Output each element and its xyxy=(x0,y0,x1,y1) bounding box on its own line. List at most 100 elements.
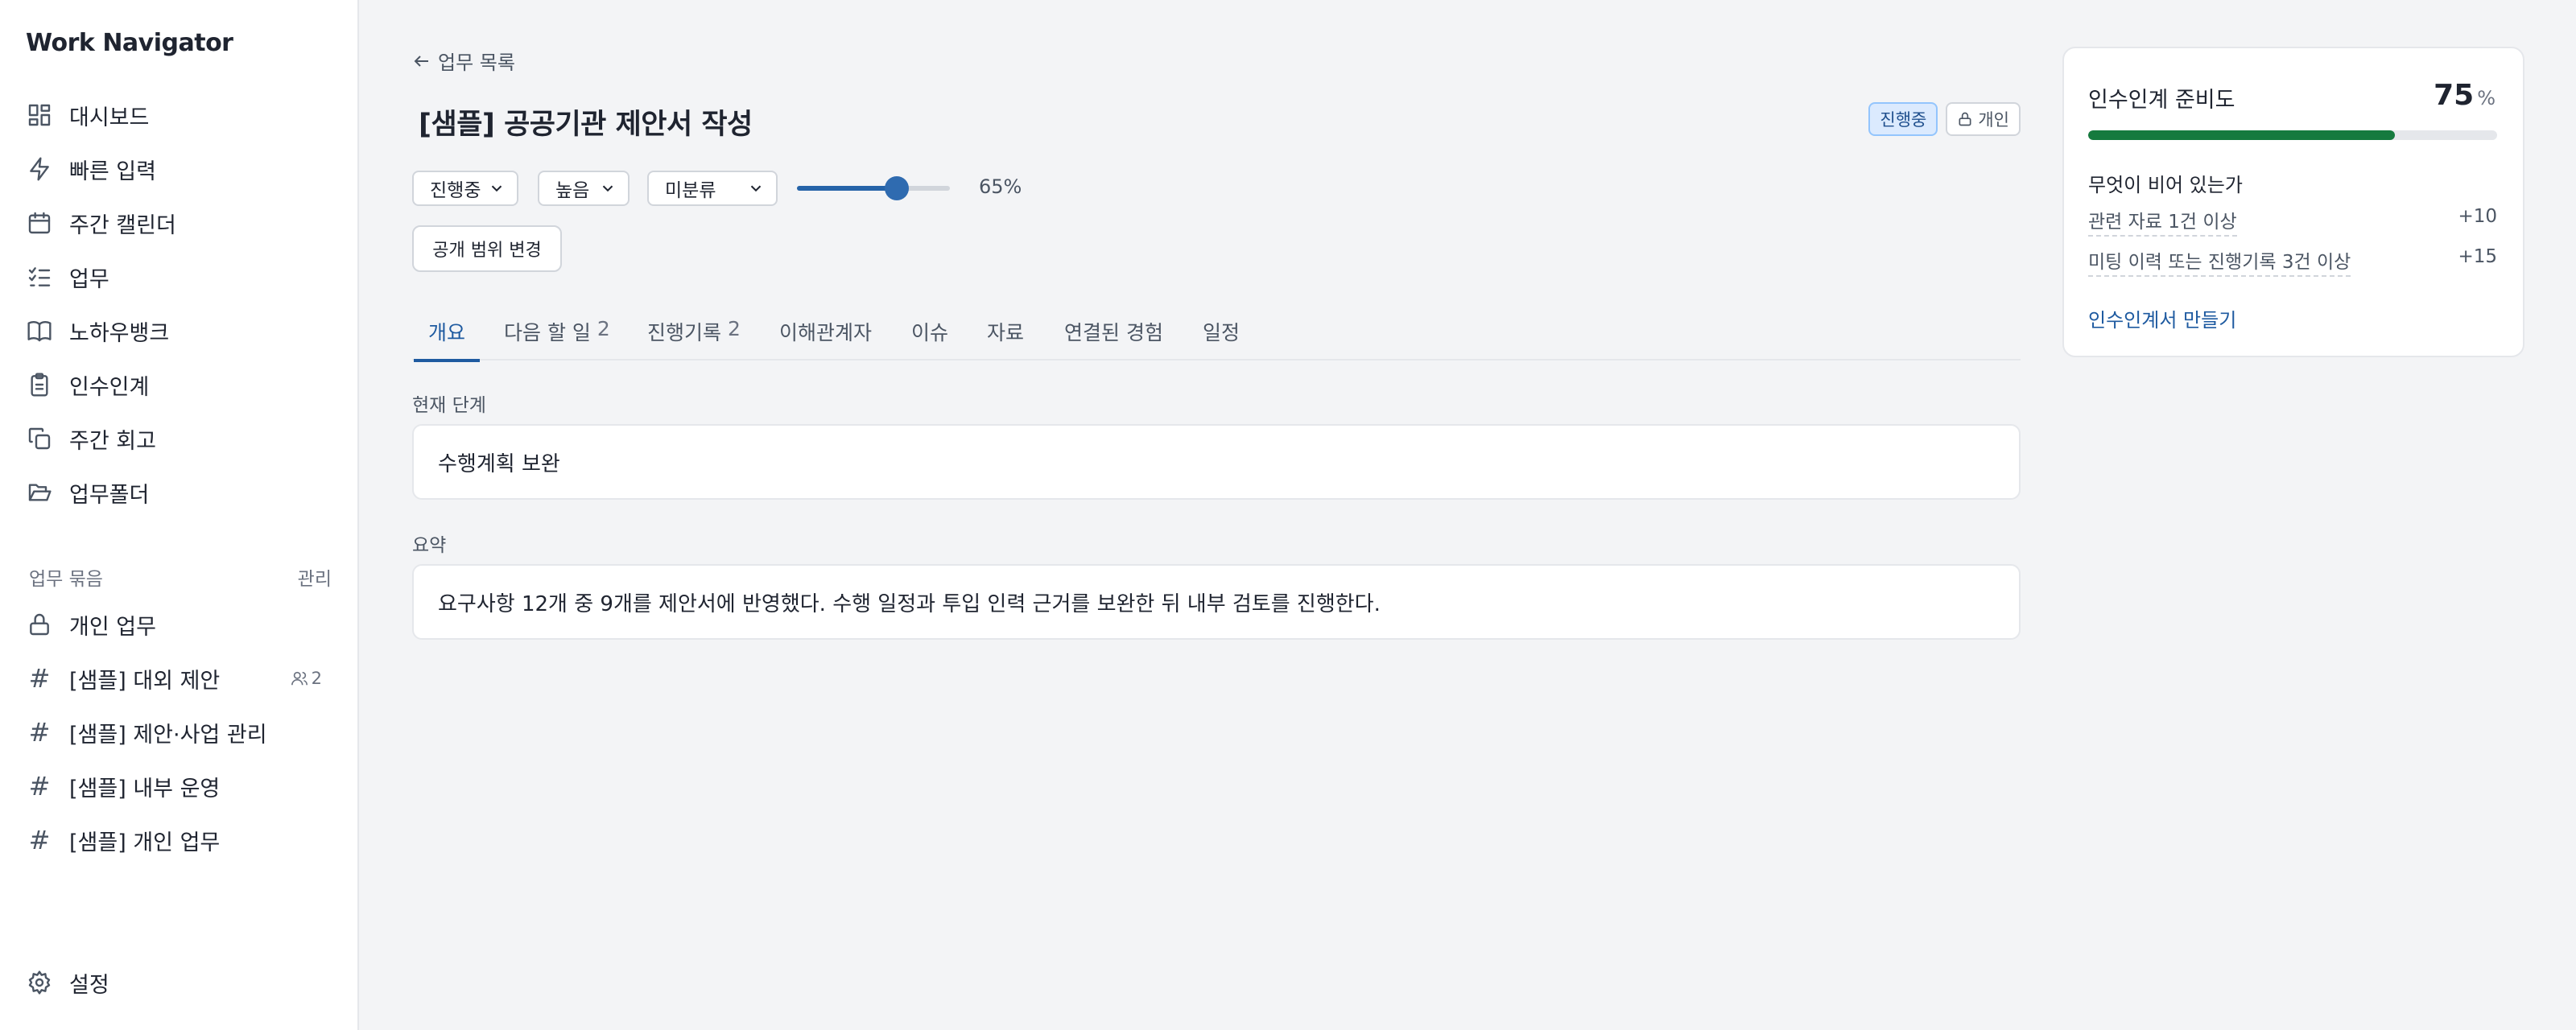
chevron-down-icon xyxy=(491,185,502,192)
tab-count: 2 xyxy=(728,317,741,340)
sidebar-item-dashboard[interactable]: 대시보드 xyxy=(26,93,340,138)
tab-label: 개요 xyxy=(428,321,466,344)
back-link-label: 업무 목록 xyxy=(438,52,515,74)
group-item-label: [샘플] 내부 운영 xyxy=(69,776,221,801)
tab-label: 다음 할 일 xyxy=(504,321,591,344)
sidebar-item-label: 업무 xyxy=(69,266,109,292)
tab-next-todo[interactable]: 다음 할 일 2 xyxy=(504,306,610,360)
readiness-score-unit: % xyxy=(2477,87,2496,109)
tab-count: 2 xyxy=(597,317,610,340)
tab-label: 이슈 xyxy=(911,321,949,344)
manage-groups-link[interactable]: 관리 xyxy=(298,563,332,591)
page-title: [샘플] 공공기관 제안서 작성 xyxy=(419,109,753,141)
tab-progress-log[interactable]: 진행기록 2 xyxy=(647,306,741,360)
hash-icon: # xyxy=(28,771,51,801)
status-select-value: 진행중 xyxy=(430,180,481,201)
hash-icon: # xyxy=(28,825,51,855)
tab-materials[interactable]: 자료 xyxy=(987,306,1024,360)
group-item-internal-ops[interactable]: # [샘플] 내부 운영 xyxy=(26,764,340,809)
chevron-down-icon xyxy=(750,185,762,192)
hash-icon: # xyxy=(28,717,51,748)
chevron-down-icon xyxy=(602,185,613,192)
group-item-proposal-management[interactable]: # [샘플] 제안·사업 관리 xyxy=(26,710,340,755)
progress-slider[interactable] xyxy=(797,176,950,200)
member-count-value: 2 xyxy=(311,669,322,688)
sidebar-item-label: 노하우뱅크 xyxy=(69,320,170,346)
sidebar-item-quick-input[interactable]: 빠른 입력 xyxy=(26,146,340,192)
sidebar-item-work-folder[interactable]: 업무폴더 xyxy=(26,470,340,515)
requirement-row: 관련 자료 1건 이상 +10 xyxy=(2088,206,2497,237)
slider-fill xyxy=(797,186,897,191)
sidebar-item-tasks[interactable]: 업무 xyxy=(26,254,340,299)
calendar-icon xyxy=(26,209,53,237)
sidebar: Work Navigator 대시보드 빠른 입력 주간 캘린더 업무 노하우뱅… xyxy=(0,0,359,1030)
group-item-label: 개인 업무 xyxy=(69,614,156,640)
category-select-value: 미분류 xyxy=(665,180,716,201)
current-stage-label: 현재 단계 xyxy=(412,395,486,416)
sidebar-item-weekly-calendar[interactable]: 주간 캘린더 xyxy=(26,200,340,245)
dashboard-icon xyxy=(26,101,53,129)
book-icon xyxy=(26,317,53,344)
status-badge: 진행중 xyxy=(1868,102,1938,136)
arrow-left-icon xyxy=(414,55,428,67)
sidebar-item-settings[interactable]: 설정 xyxy=(26,960,340,1005)
sidebar-item-knowhow-bank[interactable]: 노하우뱅크 xyxy=(26,308,340,353)
tab-stakeholders[interactable]: 이해관계자 xyxy=(779,306,872,360)
requirement-points: +10 xyxy=(2458,206,2497,227)
tab-label: 연결된 경험 xyxy=(1064,321,1163,344)
change-visibility-button[interactable]: 공개 범위 변경 xyxy=(412,225,562,272)
status-select[interactable]: 진행중 xyxy=(412,171,518,206)
sidebar-item-weekly-review[interactable]: 주간 회고 xyxy=(26,416,340,461)
sidebar-item-label: 빠른 입력 xyxy=(69,159,156,184)
sidebar-item-label: 주간 회고 xyxy=(69,428,156,454)
readiness-progress-bar xyxy=(2088,130,2497,140)
current-stage-field[interactable]: 수행계획 보완 xyxy=(412,424,2021,500)
tab-label: 진행기록 xyxy=(647,321,722,344)
card-title: 인수인계 준비도 xyxy=(2088,88,2235,113)
task-tabs: 개요 다음 할 일 2 진행기록 2 이해관계자 이슈 자료 연결된 경험 일정 xyxy=(412,306,2021,362)
tab-linked-experiences[interactable]: 연결된 경험 xyxy=(1064,306,1163,360)
tab-overview[interactable]: 개요 xyxy=(413,306,481,362)
sidebar-item-handover[interactable]: 인수인계 xyxy=(26,362,340,407)
member-count: 2 xyxy=(291,669,322,688)
sidebar-item-label: 설정 xyxy=(69,972,109,998)
visibility-badge: 개인 xyxy=(1946,102,2021,136)
slider-thumb[interactable] xyxy=(884,176,909,200)
readiness-score: 75 % xyxy=(2434,79,2496,112)
title-badges: 진행중 개인 xyxy=(1868,102,2021,136)
tab-label: 일정 xyxy=(1203,321,1241,344)
readiness-score-value: 75 xyxy=(2434,79,2475,112)
group-item-label: [샘플] 개인 업무 xyxy=(69,830,221,855)
priority-select[interactable]: 높음 xyxy=(538,171,630,206)
lock-icon xyxy=(1959,112,1971,126)
sidebar-item-label: 주간 캘린더 xyxy=(69,212,176,238)
lock-icon xyxy=(26,611,53,638)
tab-label: 이해관계자 xyxy=(779,321,873,344)
copy-icon xyxy=(26,425,53,452)
checklist-icon xyxy=(26,263,53,290)
group-item-personal[interactable]: 개인 업무 xyxy=(26,602,340,647)
back-to-task-list-link[interactable]: 업무 목록 xyxy=(412,47,515,75)
group-item-external-proposal[interactable]: # [샘플] 대외 제안 2 xyxy=(26,656,340,701)
tab-issues[interactable]: 이슈 xyxy=(911,306,948,360)
progress-value: 65% xyxy=(979,175,1022,198)
create-handover-doc-link[interactable]: 인수인계서 만들기 xyxy=(2088,304,2236,332)
missing-items-heading: 무엇이 비어 있는가 xyxy=(2088,174,2243,196)
app-title: Work Navigator xyxy=(26,29,233,57)
summary-field[interactable]: 요구사항 12개 중 9개를 제안서에 반영했다. 수행 일정과 투입 인력 근… xyxy=(412,564,2021,640)
requirement-text: 미팅 이력 또는 진행기록 3건 이상 xyxy=(2088,246,2351,277)
tab-label: 자료 xyxy=(987,321,1025,344)
category-select[interactable]: 미분류 xyxy=(647,171,778,206)
group-item-label: [샘플] 대외 제안 xyxy=(69,668,221,694)
priority-select-value: 높음 xyxy=(555,180,590,201)
visibility-badge-label: 개인 xyxy=(1978,110,2009,130)
sidebar-item-label: 인수인계 xyxy=(69,374,150,400)
tab-schedule[interactable]: 일정 xyxy=(1203,306,1240,360)
group-item-sample-personal[interactable]: # [샘플] 개인 업무 xyxy=(26,818,340,863)
readiness-progress-fill xyxy=(2088,130,2395,140)
lightning-icon xyxy=(26,155,53,183)
group-item-label: [샘플] 제안·사업 관리 xyxy=(69,722,267,748)
requirement-row: 미팅 이력 또는 진행기록 3건 이상 +15 xyxy=(2088,246,2497,277)
users-icon xyxy=(291,671,308,686)
sidebar-item-label: 업무폴더 xyxy=(69,482,150,508)
